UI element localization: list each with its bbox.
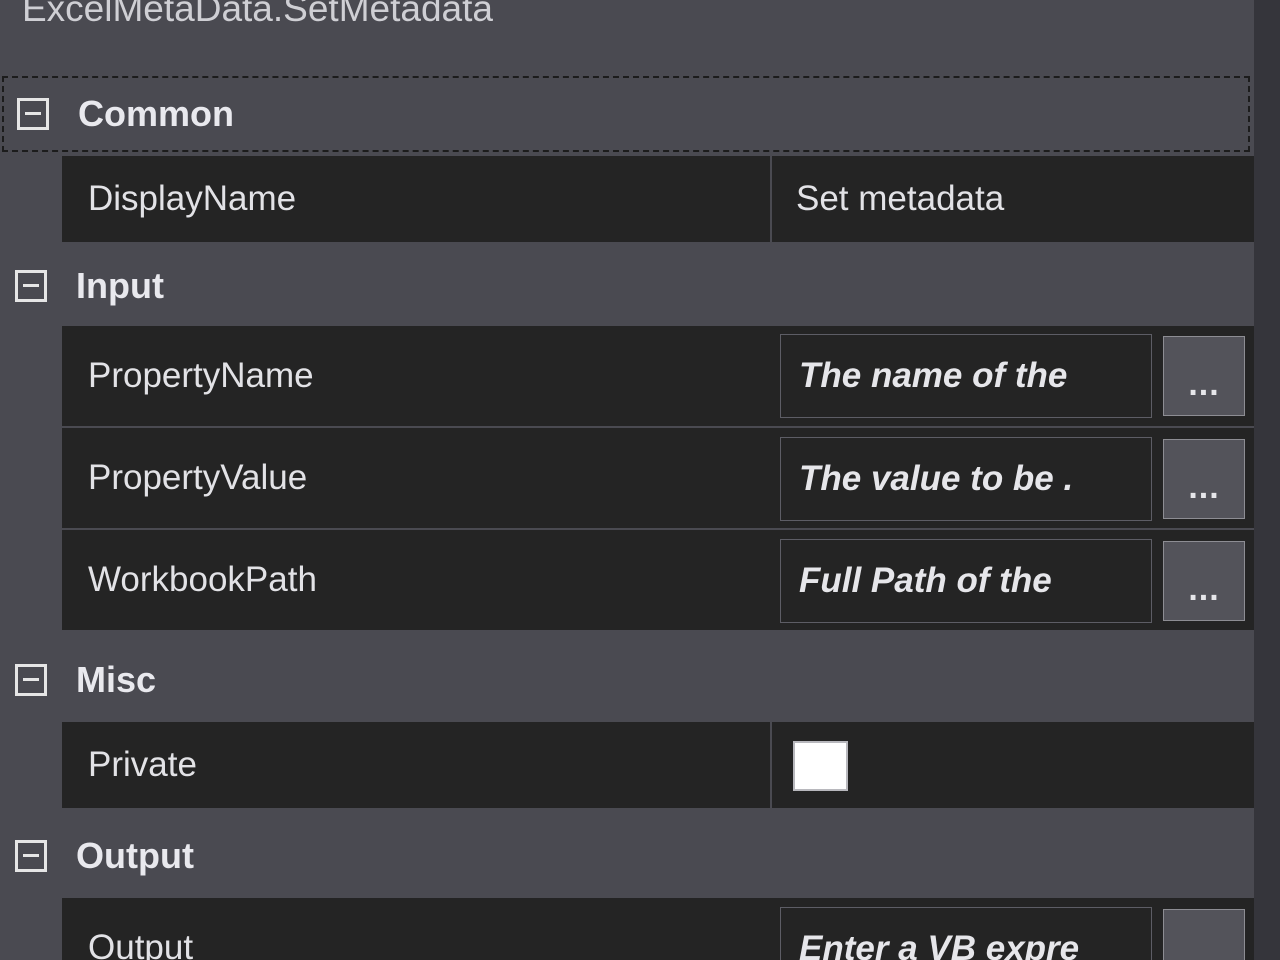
table-row-private[interactable]: Private bbox=[62, 722, 1254, 808]
properties-panel: ExcelMetaData.SetMetadata Common Display… bbox=[0, 0, 1280, 960]
panel-edge-gutter bbox=[1254, 0, 1280, 960]
property-label-private: Private bbox=[88, 745, 197, 784]
output-placeholder: Enter a VB expre bbox=[799, 929, 1080, 960]
propertyname-placeholder: The name of the bbox=[799, 356, 1068, 395]
expression-editor-workbookpath[interactable]: Full Path of the bbox=[780, 539, 1152, 623]
property-label-displayname: DisplayName bbox=[88, 179, 297, 218]
group-header-input[interactable]: Input bbox=[0, 248, 1254, 324]
minus-square-icon[interactable] bbox=[17, 98, 49, 130]
displayname-value: Set metadata bbox=[796, 179, 1005, 218]
browse-button-propertyvalue[interactable]: ... bbox=[1163, 439, 1245, 519]
checkbox-private[interactable] bbox=[793, 741, 848, 791]
property-value-cell-displayname[interactable]: Set metadata bbox=[772, 156, 1254, 242]
group-label-common: Common bbox=[78, 93, 234, 134]
group-header-misc[interactable]: Misc bbox=[0, 642, 1254, 718]
property-label-propertyvalue: PropertyValue bbox=[88, 458, 308, 497]
minus-square-icon[interactable] bbox=[15, 664, 47, 696]
ellipsis-label: ... bbox=[1188, 468, 1220, 506]
property-name-cell: Output bbox=[62, 898, 770, 960]
column-divider bbox=[770, 722, 772, 808]
workbookpath-placeholder: Full Path of the bbox=[799, 561, 1052, 600]
property-name-cell: DisplayName bbox=[62, 156, 770, 242]
group-label-output: Output bbox=[76, 835, 194, 876]
property-label-workbookpath: WorkbookPath bbox=[88, 560, 317, 599]
browse-button-workbookpath[interactable]: ... bbox=[1163, 541, 1245, 621]
expression-editor-propertyname[interactable]: The name of the bbox=[780, 334, 1152, 418]
table-row-displayname[interactable]: DisplayName Set metadata bbox=[62, 156, 1254, 242]
page-title: ExcelMetaData.SetMetadata bbox=[22, 0, 493, 29]
property-name-cell: PropertyName bbox=[62, 326, 770, 426]
property-label-propertyname: PropertyName bbox=[88, 356, 314, 395]
browse-button-output[interactable]: ... bbox=[1163, 909, 1245, 960]
group-label-misc: Misc bbox=[76, 659, 157, 700]
expression-editor-output[interactable]: Enter a VB expre bbox=[780, 907, 1152, 960]
minus-square-icon[interactable] bbox=[15, 270, 47, 302]
propertyvalue-placeholder: The value to be . bbox=[799, 459, 1074, 498]
property-name-cell: PropertyValue bbox=[62, 428, 770, 528]
minus-square-icon[interactable] bbox=[15, 840, 47, 872]
group-header-output[interactable]: Output bbox=[0, 818, 1254, 894]
group-header-common[interactable]: Common bbox=[2, 76, 1250, 152]
ellipsis-label: ... bbox=[1188, 365, 1220, 403]
browse-button-propertyname[interactable]: ... bbox=[1163, 336, 1245, 416]
group-label-input: Input bbox=[76, 265, 164, 306]
ellipsis-label: ... bbox=[1188, 570, 1220, 608]
property-label-output: Output bbox=[88, 928, 194, 960]
ellipsis-label: ... bbox=[1188, 938, 1220, 960]
expression-editor-propertyvalue[interactable]: The value to be . bbox=[780, 437, 1152, 521]
property-name-cell: WorkbookPath bbox=[62, 530, 770, 630]
property-name-cell: Private bbox=[62, 722, 770, 808]
